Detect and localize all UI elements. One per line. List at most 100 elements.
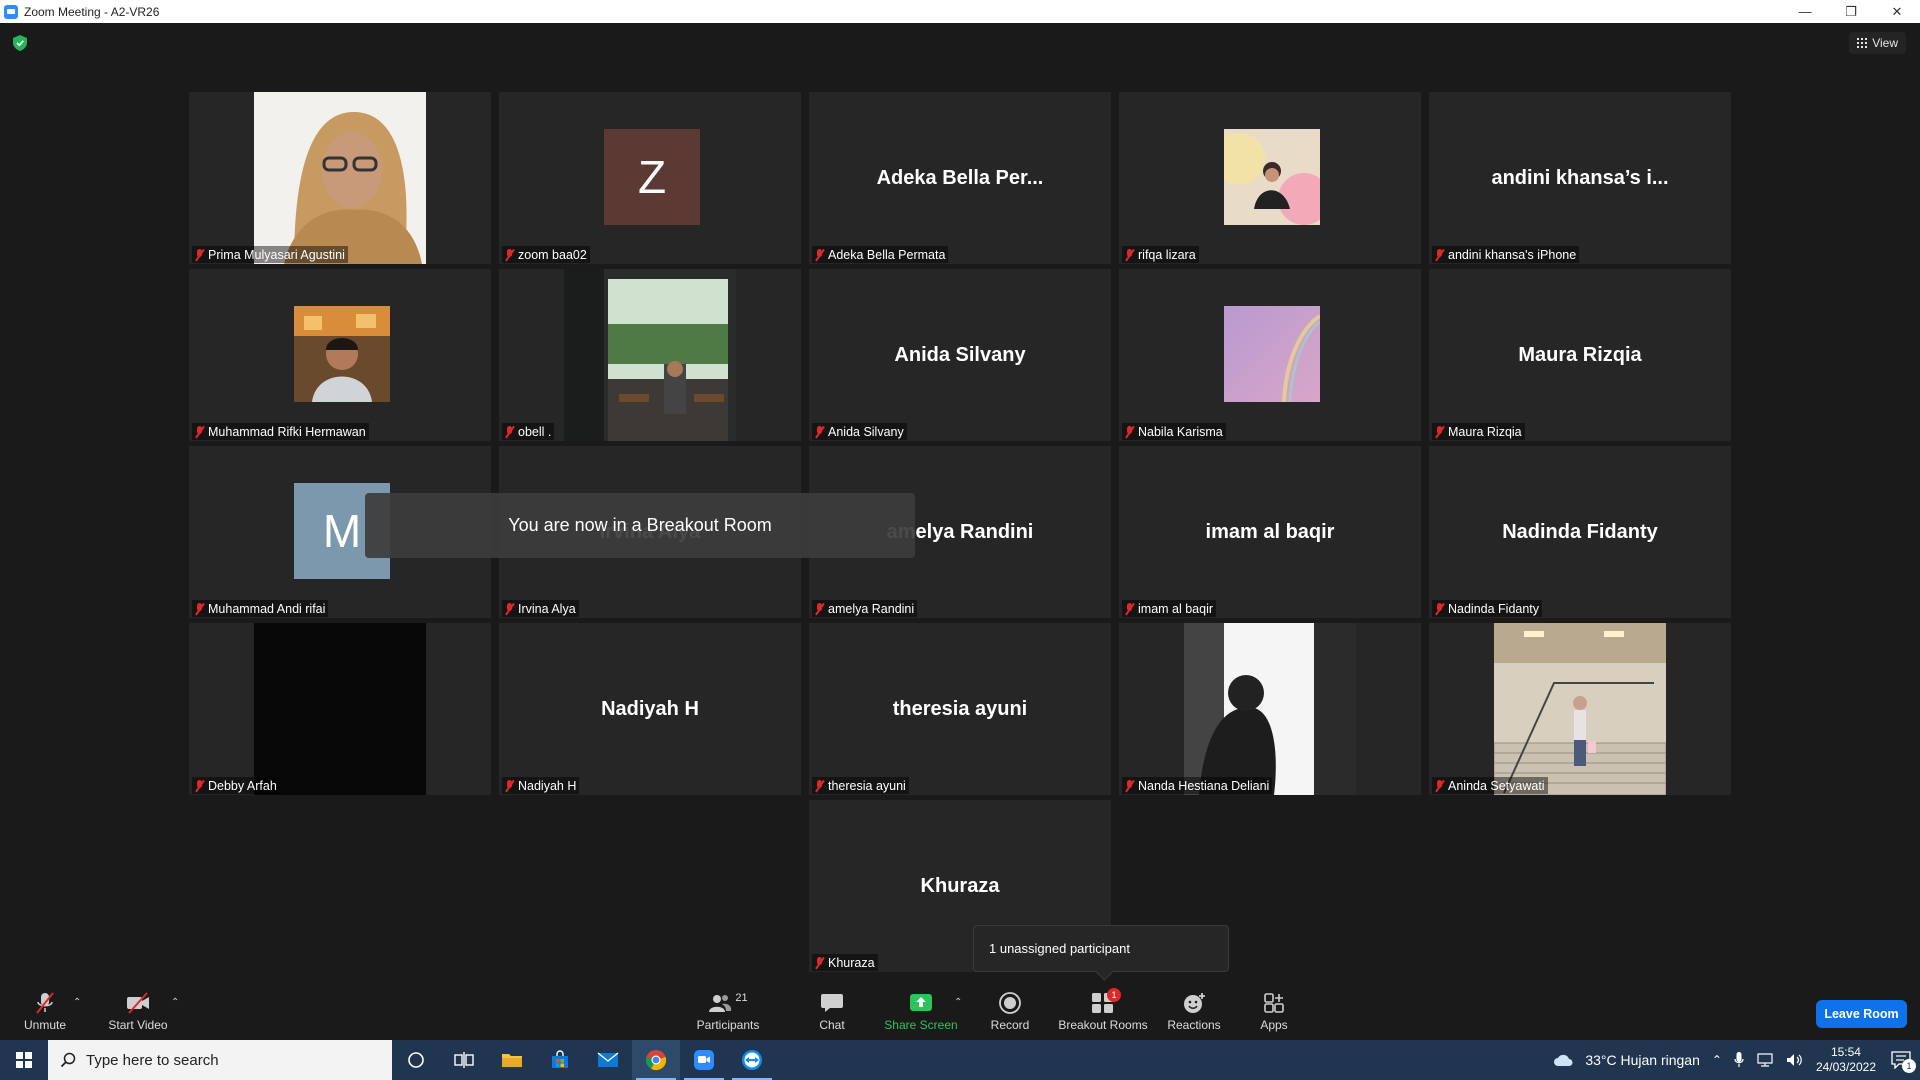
chrome-icon [645, 1050, 667, 1071]
participant-tile[interactable]: Anida Silvany Anida Silvany [809, 269, 1111, 441]
participant-name-label: Irvina Alya [502, 600, 579, 617]
participant-name-label: zoom baa02 [502, 246, 590, 263]
participants-icon [709, 994, 732, 1012]
weather-text[interactable]: 33°C Hujan ringan [1585, 1052, 1700, 1068]
chat-icon [821, 993, 843, 1012]
breakout-rooms-label: Breakout Rooms [1058, 1017, 1148, 1032]
task-view-button[interactable] [440, 1040, 488, 1080]
participant-name: Aninda Setyawati [1448, 778, 1545, 793]
weather-cloud-icon[interactable] [1553, 1053, 1573, 1067]
participant-tile[interactable]: Adeka Bella Per... Adeka Bella Permata [809, 92, 1111, 264]
breakout-rooms-button[interactable]: 1 Breakout Rooms [1057, 983, 1149, 1040]
mic-muted-icon [1124, 425, 1135, 438]
mic-muted-icon [504, 425, 515, 438]
taskbar-search[interactable]: Type here to search [48, 1040, 392, 1080]
video-options-caret[interactable]: ⌃ [171, 997, 181, 1008]
participant-tile[interactable]: rifqa lizara [1119, 92, 1421, 264]
share-screen-icon [910, 993, 932, 1011]
network-icon[interactable] [1756, 1053, 1774, 1067]
microphone-icon[interactable] [1734, 1052, 1744, 1068]
participant-tile[interactable]: andini khansa’s i... andini khansa's iPho… [1429, 92, 1731, 264]
participant-name-label: obell . [502, 423, 555, 440]
popover-text: 1 unassigned participant [989, 941, 1130, 956]
participant-tile[interactable]: theresia ayuni theresia ayuni [809, 623, 1111, 795]
breakout-rooms-icon: 1 [1091, 987, 1121, 1014]
teamviewer-button[interactable] [728, 1040, 776, 1080]
chat-label: Chat [819, 1017, 845, 1032]
participant-name-label: Nabila Karisma [1122, 423, 1226, 440]
mail-icon [597, 1052, 619, 1067]
participant-name: Nanda Hestiana Deliani [1138, 778, 1270, 793]
participants-button[interactable]: 21 Participants [695, 983, 761, 1040]
start-video-label: Start Video [108, 1017, 168, 1032]
mic-muted-icon [1124, 602, 1135, 615]
share-options-caret[interactable]: ⌃ [954, 997, 964, 1008]
participant-tile[interactable]: Zzoom baa02 [499, 92, 801, 264]
cortana-button[interactable] [392, 1040, 440, 1080]
minimize-button[interactable]: — [1782, 0, 1828, 23]
audio-options-caret[interactable]: ⌃ [73, 997, 83, 1008]
store-button[interactable] [536, 1040, 584, 1080]
folder-icon [502, 1054, 522, 1067]
reactions-button[interactable]: Reactions [1165, 983, 1223, 1040]
leave-room-button[interactable]: Leave Room [1816, 1000, 1907, 1028]
participant-avatar: Z [604, 129, 700, 225]
participant-name: zoom baa02 [518, 247, 587, 262]
participant-name: obell . [518, 424, 552, 439]
participant-tile[interactable]: Nabila Karisma [1119, 269, 1421, 441]
notifications-button[interactable]: 1 [1888, 1047, 1916, 1073]
participant-tile[interactable]: Nadinda Fidanty Nadinda Fidanty [1429, 446, 1731, 618]
reactions-label: Reactions [1167, 1017, 1221, 1032]
volume-icon[interactable] [1786, 1053, 1804, 1067]
security-shield-icon[interactable] [13, 35, 27, 51]
participant-name: Muhammad Andi rifai [208, 601, 326, 616]
participant-name-label: theresia ayuni [812, 777, 909, 794]
zoom-taskbar-button[interactable] [680, 1040, 728, 1080]
meeting-toolbar: Unmute ⌃ Start Video ⌃ 21 Participants C… [0, 983, 1920, 1040]
start-video-button[interactable]: Start Video [107, 983, 169, 1040]
unmute-button[interactable]: Unmute [22, 983, 68, 1040]
chat-button[interactable]: Chat [812, 983, 852, 1040]
participant-tile[interactable]: Muhammad Rifki Hermawan [189, 269, 491, 441]
participant-tile[interactable]: Aninda Setyawati [1429, 623, 1731, 795]
mic-muted-icon [194, 425, 205, 438]
mic-muted-icon [194, 779, 205, 792]
participant-photo [1184, 623, 1356, 795]
reactions-icon [1184, 992, 1205, 1013]
record-label: Record [990, 1017, 1030, 1032]
breakout-room-toast: You are now in a Breakout Room [365, 493, 915, 558]
participant-tile[interactable]: obell . [499, 269, 801, 441]
participant-name-label: Maura Rizqia [1432, 423, 1525, 440]
view-button[interactable]: View [1849, 32, 1906, 54]
participant-tile[interactable]: Prima Mulyasari Agustini [189, 92, 491, 264]
apps-button[interactable]: Apps [1252, 983, 1296, 1040]
share-screen-button[interactable]: Share Screen [883, 983, 959, 1040]
participant-tile[interactable]: Nanda Hestiana Deliani [1119, 623, 1421, 795]
mic-muted-icon [814, 602, 825, 615]
chevron-up-icon[interactable]: ⌃ [1712, 1053, 1722, 1067]
clock[interactable]: 15:54 24/03/2022 [1816, 1045, 1876, 1075]
participant-name-label: Khuraza [812, 954, 878, 971]
participant-tile[interactable]: imam al baqir imam al baqir [1119, 446, 1421, 618]
participant-tile[interactable]: Maura Rizqia Maura Rizqia [1429, 269, 1731, 441]
mic-muted-icon [1124, 248, 1135, 261]
file-explorer-button[interactable] [488, 1040, 536, 1080]
start-button[interactable] [0, 1040, 48, 1080]
participant-name: Khuraza [828, 955, 875, 970]
chrome-button[interactable] [632, 1040, 680, 1080]
participant-photo [564, 269, 736, 441]
record-button[interactable]: Record [988, 983, 1032, 1040]
restore-button[interactable]: ❐ [1828, 0, 1874, 23]
mail-button[interactable] [584, 1040, 632, 1080]
close-button[interactable]: ✕ [1874, 0, 1920, 23]
clock-date: 24/03/2022 [1815, 1060, 1876, 1074]
participant-tile[interactable]: Nadiyah H Nadiyah H [499, 623, 801, 795]
mic-muted-icon [194, 602, 205, 615]
mic-muted-icon [814, 779, 825, 792]
mic-muted-icon [504, 248, 515, 261]
mic-muted-icon [1434, 602, 1445, 615]
participant-display-name: theresia ayuni [892, 697, 1028, 720]
notification-count: 1 [1902, 1059, 1916, 1073]
participant-tile[interactable]: Debby Arfah [189, 623, 491, 795]
search-placeholder: Type here to search [86, 1051, 219, 1069]
